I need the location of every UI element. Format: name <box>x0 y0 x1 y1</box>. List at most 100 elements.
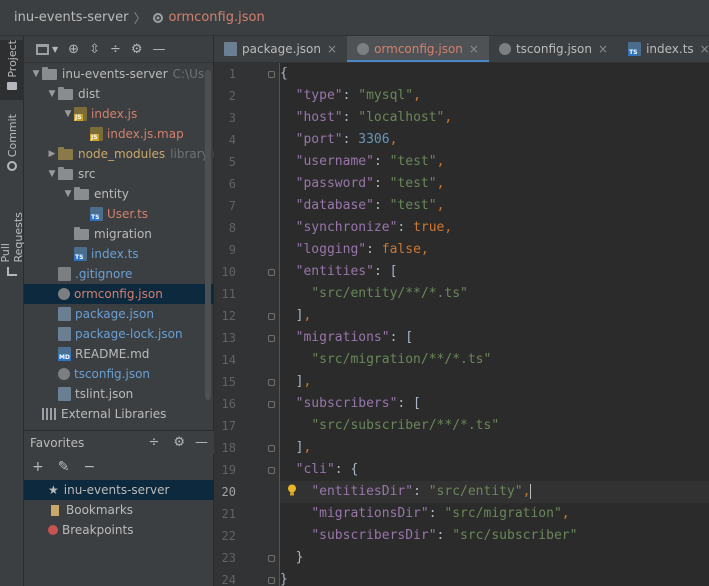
fold-marker-icon[interactable] <box>268 401 275 408</box>
chevron-down-icon[interactable]: ▼ <box>62 109 74 119</box>
fold-marker-icon[interactable] <box>268 555 275 562</box>
window-icon <box>36 43 49 55</box>
tree-scrollbar[interactable] <box>205 70 211 400</box>
view-mode-dropdown[interactable]: ▼ <box>36 43 59 55</box>
add-icon[interactable]: + <box>32 459 44 475</box>
tree-item[interactable]: package.json <box>24 304 214 324</box>
editor-tabs: package.json × ormconfig.json × tsconfig.jso… <box>214 36 709 63</box>
tab-pull-requests-label: Pull Requests <box>0 212 25 263</box>
gear-icon[interactable]: ⚙ <box>131 42 143 57</box>
chevron-down-icon[interactable]: ▼ <box>46 89 58 99</box>
tree-item[interactable]: package-lock.json <box>24 324 214 344</box>
line-number: 15 <box>221 375 236 389</box>
close-icon[interactable]: × <box>327 42 337 56</box>
tree-item[interactable]: ▼ JS index.js <box>24 104 214 124</box>
line-number: 18 <box>221 441 236 455</box>
code-line: "migrationsDir": "src/migration", <box>311 506 570 521</box>
fold-marker-icon[interactable] <box>268 577 275 584</box>
code-line: "database": "test", <box>295 198 445 213</box>
commit-icon <box>7 161 17 172</box>
tree-item[interactable]: ▶ node_modules library ro <box>24 144 225 164</box>
favorites-item[interactable]: ★ inu-events-server <box>24 480 214 500</box>
tab-pull-requests[interactable]: Pull Requests <box>0 194 25 276</box>
collapse-all-icon[interactable]: ÷ <box>110 42 121 57</box>
tree-item[interactable]: MD README.md <box>24 344 214 364</box>
editor-tab[interactable]: tsconfig.json × <box>489 36 618 62</box>
breadcrumb-file[interactable]: ormconfig.json <box>168 10 264 25</box>
line-gutter: 1 2 3 4 5 6 7 8 9 10 11 12 13 14 15 16 17 18 19 20 21 22 23 24 <box>214 63 280 586</box>
fold-marker-icon[interactable] <box>268 269 275 276</box>
expand-all-icon[interactable]: ⇳ <box>89 42 100 57</box>
tree-item-label: .gitignore <box>75 267 133 281</box>
locate-icon[interactable]: ⊕ <box>68 42 79 57</box>
project-tree: ▼ inu-events-server C:\Use ▼ dist ▼ JS index.js… <box>24 64 225 424</box>
project-panel: ▼ ⊕ ⇳ ÷ ⚙ — ▼ inu-events-server C:\Use ▼ dis… <box>24 36 225 586</box>
tree-item-label: src <box>78 167 96 181</box>
tree-item[interactable]: External Libraries <box>24 404 214 424</box>
hide-icon[interactable]: — <box>153 42 166 57</box>
close-icon[interactable]: × <box>700 42 709 56</box>
chevron-down-icon: ▼ <box>52 44 59 54</box>
code-line: "subscribersDir": "src/subscriber" <box>311 528 578 543</box>
close-icon[interactable]: × <box>598 42 608 56</box>
tree-item[interactable]: .gitignore <box>24 264 214 284</box>
tree-item[interactable]: tsconfig.json <box>24 364 214 384</box>
favorites-item[interactable]: Bookmarks <box>24 500 214 520</box>
code-line: } <box>280 572 288 586</box>
line-number: 20 <box>221 485 236 499</box>
editor-tab[interactable]: TS index.ts × <box>618 36 709 62</box>
tree-item[interactable]: ▼ entity <box>24 184 214 204</box>
ts-file-icon: TS <box>74 247 87 261</box>
remove-icon[interactable]: − <box>83 459 95 475</box>
tree-item[interactable]: TS index.ts <box>24 244 214 264</box>
tree-item[interactable]: ▼ dist <box>24 84 214 104</box>
collapse-all-icon[interactable]: ÷ <box>148 435 159 450</box>
chevron-right-icon: 〉 <box>133 12 147 27</box>
tab-commit[interactable]: Commit <box>0 114 24 174</box>
fold-marker-icon[interactable] <box>268 313 275 320</box>
chevron-down-icon[interactable]: ▼ <box>46 169 58 179</box>
close-icon[interactable]: × <box>469 42 479 56</box>
tree-item-label: External Libraries <box>61 407 167 421</box>
tree-item[interactable]: TS User.ts <box>24 204 214 224</box>
tree-item-label: package.json <box>75 307 155 321</box>
chevron-down-icon[interactable]: ▼ <box>30 69 42 79</box>
favorites-list: ★ inu-events-server Bookmarks Breakpoints <box>24 480 214 540</box>
code-line: ], <box>280 308 312 323</box>
tab-project[interactable]: Project <box>0 40 24 100</box>
line-number: 23 <box>221 551 236 565</box>
lightbulb-icon[interactable] <box>287 484 297 497</box>
tree-item[interactable]: ▼ inu-events-server C:\Use <box>24 64 214 84</box>
code-line: "password": "test", <box>295 176 445 191</box>
chevron-right-icon[interactable]: ▶ <box>46 149 58 159</box>
favorites-toolbar: + ✎ − <box>24 456 222 478</box>
tree-item-label: dist <box>78 87 100 101</box>
fold-marker-icon[interactable] <box>268 467 275 474</box>
chevron-down-icon[interactable]: ▼ <box>62 189 74 199</box>
fold-marker-icon[interactable] <box>268 379 275 386</box>
code-line: "src/subscriber/**/*.ts" <box>311 418 500 433</box>
tree-item[interactable]: ▼ src <box>24 164 214 184</box>
hide-icon[interactable]: — <box>195 435 208 450</box>
tree-item[interactable]: migration <box>24 224 214 244</box>
json-file-icon <box>224 42 237 56</box>
editor-tab[interactable]: ormconfig.json × <box>347 36 489 62</box>
favorites-item[interactable]: Breakpoints <box>24 520 214 540</box>
tree-item[interactable]: JS index.js.map <box>24 124 214 144</box>
line-number: 24 <box>221 573 236 586</box>
tree-item-label: package-lock.json <box>75 327 183 341</box>
code-editor[interactable]: 1 2 3 4 5 6 7 8 9 10 11 12 13 14 15 16 17 18 19 20 21 22 23 24 … <box>214 63 709 586</box>
fold-marker-icon[interactable] <box>268 445 275 452</box>
tree-item[interactable]: ormconfig.json <box>24 284 214 304</box>
breadcrumb: inu-events-server 〉 ormconfig.json <box>0 8 265 27</box>
gear-icon[interactable]: ⚙ <box>173 435 185 450</box>
line-number: 21 <box>221 507 236 521</box>
folder-icon <box>42 66 57 80</box>
breadcrumb-project[interactable]: inu-events-server <box>14 10 128 25</box>
fold-marker-icon[interactable] <box>268 335 275 342</box>
tree-item[interactable]: tslint.json <box>24 384 214 404</box>
editor-tab-label: package.json <box>242 42 322 56</box>
fold-marker-icon[interactable] <box>268 71 275 78</box>
edit-icon[interactable]: ✎ <box>58 459 70 475</box>
editor-tab[interactable]: package.json × <box>214 36 347 62</box>
